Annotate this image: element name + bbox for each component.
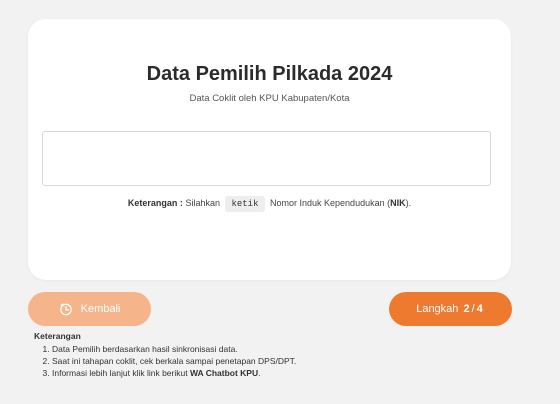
hint-kbd: ketik xyxy=(225,196,265,212)
notes-list: Data Pemilih berdasarkan hasil sinkronis… xyxy=(34,343,296,379)
hint-label: Keterangan : xyxy=(127,198,183,208)
main-card: Data Pemilih Pilkada 2024 Data Coklit ol… xyxy=(28,19,511,280)
note-item: Saat ini tahapan coklit, cek berkala sam… xyxy=(52,355,296,367)
back-button-label: Kembali xyxy=(80,303,121,315)
note-item-link: Informasi lebih lanjut klik link berikut… xyxy=(52,367,296,379)
step-separator: / xyxy=(471,303,475,315)
note-item-end: . xyxy=(258,368,261,378)
note-item: Data Pemilih berdasarkan hasil sinkronis… xyxy=(52,343,296,355)
page-title: Data Pemilih Pilkada 2024 xyxy=(146,63,393,85)
nik-input[interactable] xyxy=(42,131,491,186)
back-button[interactable]: Kembali xyxy=(28,292,151,326)
next-button-label: Langkah xyxy=(416,303,459,315)
hint-text-after: ). xyxy=(405,198,412,208)
step-current: 2 xyxy=(463,303,470,315)
notes-section: Keterangan Data Pemilih berdasarkan hasi… xyxy=(34,331,296,379)
step-total: 4 xyxy=(476,303,483,315)
hint-text-middle: Nomor Induk Kependudukan ( xyxy=(270,198,391,208)
clock-back-icon xyxy=(59,302,73,316)
wa-chatbot-link[interactable]: WA Chatbot KPU xyxy=(190,368,258,378)
page-subtitle: Data Coklit oleh KPU Kabupaten/Kota xyxy=(189,93,350,104)
input-hint: Keterangan : Silahkan ketik Nomor Induk … xyxy=(28,196,511,212)
next-step-button[interactable]: Langkah 2/4 xyxy=(389,292,512,326)
notes-title: Keterangan xyxy=(34,331,81,341)
hint-text-before: Silahkan xyxy=(185,198,220,208)
hint-abbr: NIK xyxy=(390,198,406,208)
note-item-text: Informasi lebih lanjut klik link berikut xyxy=(52,368,188,378)
